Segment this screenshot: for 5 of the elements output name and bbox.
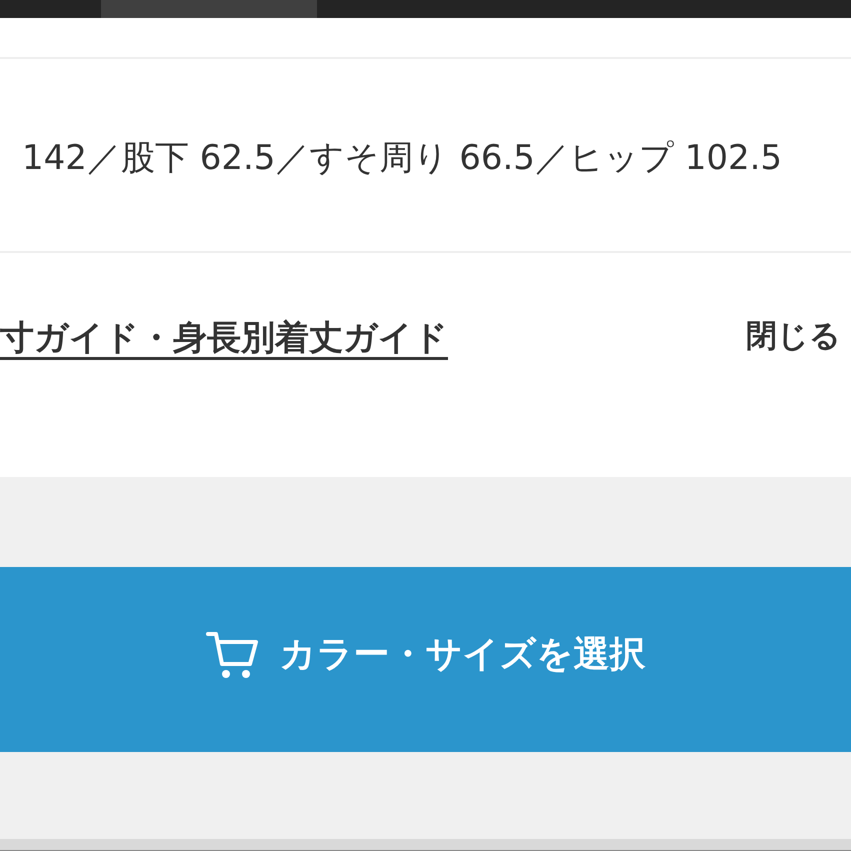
cart-icon <box>206 630 260 680</box>
tab[interactable] <box>101 0 317 18</box>
size-guide-link[interactable]: 寸ガイド・身長別着丈ガイド <box>0 315 448 361</box>
size-measurements: 142／股下 62.5／すそ周り 66.5／ヒップ 102.5 <box>22 137 782 180</box>
close-link[interactable]: 閉じる <box>746 315 841 357</box>
